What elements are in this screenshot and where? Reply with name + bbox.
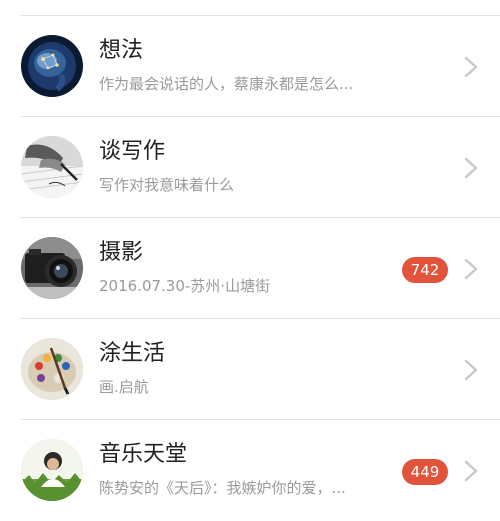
person-grass-avatar xyxy=(21,439,83,501)
brain-network-avatar xyxy=(21,35,83,97)
item-subtitle: 写作对我意味着什么 xyxy=(99,176,235,194)
item-title: 音乐天堂 xyxy=(99,442,188,467)
menu-list: 想法 作为最会说话的人，蔡康永都是怎么... 谈写作 写作对我意味着什么 摄影 … xyxy=(0,16,500,521)
list-item-yinyue-tiantang[interactable]: 音乐天堂 陈势安的《天后》：我嫉妒你的爱，... 449 xyxy=(0,420,500,521)
unread-count-badge: 449 xyxy=(402,459,448,485)
item-title: 谈写作 xyxy=(99,139,166,164)
chevron-right-icon xyxy=(464,460,478,482)
item-subtitle: 陈势安的《天后》：我嫉妒你的爱，... xyxy=(99,479,346,497)
list-item-xiangfa[interactable]: 想法 作为最会说话的人，蔡康永都是怎么... xyxy=(0,16,500,117)
list-item-tu-shenghuo[interactable]: 涂生活 画.启航 xyxy=(0,319,500,420)
chevron-right-icon xyxy=(464,157,478,179)
chevron-right-icon xyxy=(464,258,478,280)
item-subtitle: 作为最会说话的人，蔡康永都是怎么... xyxy=(99,75,354,93)
camera-avatar xyxy=(21,237,83,299)
item-title: 涂生活 xyxy=(99,341,166,366)
chevron-right-icon xyxy=(464,359,478,381)
list-item-tan-xiezuo[interactable]: 谈写作 写作对我意味着什么 xyxy=(0,117,500,218)
item-subtitle: 画.启航 xyxy=(99,378,149,396)
list-item-sheying[interactable]: 摄影 2016.07.30-苏州·山塘街 742 xyxy=(0,218,500,319)
item-title: 想法 xyxy=(99,38,144,63)
unread-count-badge: 742 xyxy=(402,257,448,283)
item-subtitle: 2016.07.30-苏州·山塘街 xyxy=(99,277,271,295)
hand-writing-avatar xyxy=(21,136,83,198)
paint-palette-avatar xyxy=(21,338,83,400)
item-title: 摄影 xyxy=(99,240,144,265)
chevron-right-icon xyxy=(464,56,478,78)
